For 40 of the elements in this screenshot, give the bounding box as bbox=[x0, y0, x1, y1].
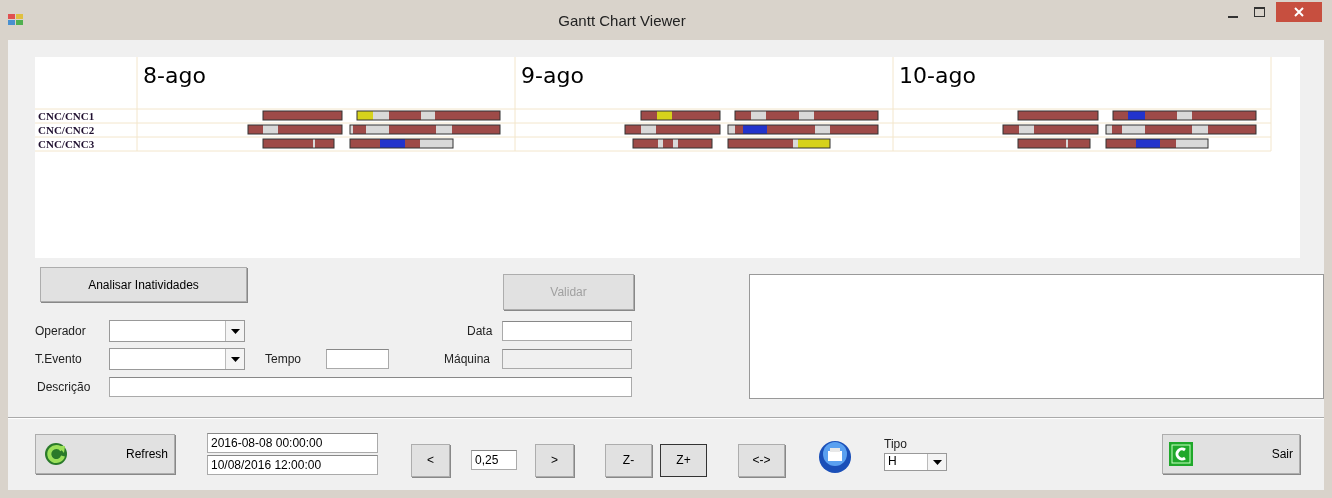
machine-label: CNC/CNC1 bbox=[38, 110, 95, 122]
time-field[interactable] bbox=[326, 349, 389, 369]
field-label: T.Evento bbox=[35, 352, 83, 366]
exit-icon bbox=[1169, 442, 1193, 466]
zoom-button[interactable]: Z+ bbox=[660, 443, 707, 477]
close-icon bbox=[1294, 7, 1304, 17]
step-field[interactable]: 0,25 bbox=[471, 450, 517, 470]
refresh-icon bbox=[44, 442, 68, 466]
print-icon[interactable] bbox=[818, 440, 852, 474]
day-label: 9-ago bbox=[521, 63, 584, 88]
machine-label: CNC/CNC2 bbox=[38, 124, 95, 136]
machine-label: CNC/CNC3 bbox=[38, 138, 95, 150]
day-label: 8-ago bbox=[143, 63, 206, 88]
next-button[interactable]: > bbox=[535, 443, 574, 477]
end-date-field[interactable]: 10/08/2016 12:00:00 bbox=[207, 455, 378, 475]
close-button[interactable] bbox=[1276, 2, 1322, 22]
dropdown-arrow-icon[interactable] bbox=[932, 459, 942, 465]
analyze-button[interactable]: Analisar Inatividades bbox=[40, 267, 247, 302]
maximize-icon bbox=[1253, 7, 1265, 17]
date-field[interactable] bbox=[502, 321, 632, 341]
exit-button[interactable]: Sair bbox=[1162, 434, 1300, 474]
start-date-field[interactable]: 2016-08-08 00:00:00 bbox=[207, 433, 378, 453]
app-icon bbox=[8, 14, 24, 26]
minimize-icon bbox=[1228, 16, 1238, 18]
previous-button[interactable]: < bbox=[411, 443, 450, 477]
description-field[interactable] bbox=[109, 377, 632, 397]
zoom-button[interactable]: Z- bbox=[605, 443, 652, 477]
dropdown-arrow-icon[interactable] bbox=[230, 356, 240, 362]
day-label: 10-ago bbox=[899, 63, 976, 88]
field-label: Descrição bbox=[36, 380, 92, 394]
field-label: Operador bbox=[35, 324, 87, 338]
field-label: Tempo bbox=[265, 352, 303, 366]
refresh-button[interactable]: Refresh bbox=[35, 434, 175, 474]
window-title: Gantt Chart Viewer bbox=[557, 11, 687, 29]
field-label: Data bbox=[466, 324, 494, 338]
fit-button[interactable]: <-> bbox=[738, 443, 785, 477]
type-label: Tipo bbox=[884, 437, 908, 451]
type-dropdown[interactable]: H bbox=[884, 453, 947, 471]
field-label: Máquina bbox=[444, 352, 492, 366]
dropdown-arrow-icon[interactable] bbox=[230, 328, 240, 334]
